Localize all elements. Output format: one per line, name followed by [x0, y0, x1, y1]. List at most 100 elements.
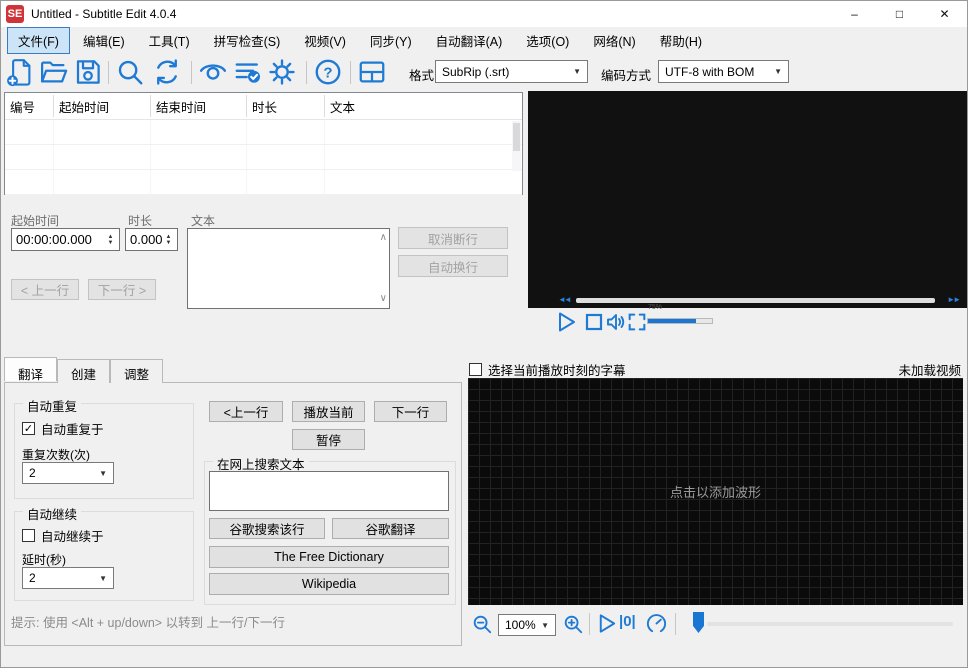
spell-check-icon[interactable] — [233, 57, 263, 87]
replace-icon[interactable] — [152, 57, 182, 87]
play-icon[interactable] — [554, 310, 578, 334]
seek-forward-icon[interactable]: ►► — [947, 295, 961, 304]
auto-repeat-checkbox-row[interactable]: ✓ 自动重复于 — [22, 419, 104, 438]
list-scrollbar[interactable] — [512, 121, 521, 171]
google-translate-button[interactable]: 谷歌翻译 — [332, 518, 449, 539]
pause-at-zero-icon[interactable]: |0| — [619, 613, 636, 630]
column-duration[interactable]: 时长 — [247, 95, 325, 117]
menu-autotranslate[interactable]: 自动翻译(A) — [425, 27, 514, 54]
zoom-out-icon[interactable] — [471, 613, 495, 637]
tab-create[interactable]: 创建 — [57, 359, 111, 383]
waveform-position-slider[interactable] — [707, 622, 953, 626]
menu-video[interactable]: 视频(V) — [293, 27, 357, 54]
menu-spellcheck[interactable]: 拼写检查(S) — [203, 27, 292, 54]
save-icon[interactable] — [73, 57, 103, 87]
settings-gear-icon[interactable] — [267, 57, 297, 87]
delay-value: 2 — [29, 571, 36, 585]
menu-network[interactable]: 网络(N) — [582, 27, 646, 54]
menu-edit[interactable]: 编辑(E) — [72, 27, 136, 54]
scroll-down-icon[interactable]: ∨ — [380, 294, 387, 304]
seek-back-icon[interactable]: ◄◄ — [558, 295, 572, 304]
tab-adjust[interactable]: 调整 — [110, 359, 164, 383]
column-text[interactable]: 文本 — [325, 95, 522, 117]
subtitle-text-area[interactable]: ∧ ∨ — [187, 228, 390, 309]
repeat-count-select[interactable]: 2 ▼ — [22, 462, 114, 484]
prev-line-button[interactable]: < 上一行 — [11, 279, 79, 300]
menu-tools[interactable]: 工具(T) — [138, 27, 201, 54]
web-search-input[interactable] — [209, 471, 449, 511]
title-bar: SE Untitled - Subtitle Edit 4.0.4 – □ ✕ — [1, 1, 967, 27]
google-search-button[interactable]: 谷歌搜索该行 — [209, 518, 325, 539]
column-end-time[interactable]: 结束时间 — [151, 95, 247, 117]
menu-sync[interactable]: 同步(Y) — [359, 27, 423, 54]
duration-input[interactable]: 0.000 ▲ ▼ — [125, 228, 178, 251]
close-button[interactable]: ✕ — [922, 1, 967, 27]
duration-stepper[interactable]: ▲ ▼ — [162, 229, 175, 250]
start-time-stepper[interactable]: ▲ ▼ — [104, 229, 117, 250]
tab-strip: 翻译 创建 调整 — [4, 357, 164, 383]
playback-speed-icon[interactable] — [645, 612, 669, 636]
next-line-button[interactable]: 下一行 > — [88, 279, 156, 300]
format-select[interactable]: SubRip (.srt) ▼ — [435, 60, 588, 83]
format-label: 格式 — [409, 69, 435, 83]
waveform-position-thumb[interactable] — [693, 612, 704, 633]
video-seek-bar[interactable] — [576, 298, 935, 303]
chevron-down-icon: ▼ — [99, 468, 107, 478]
delay-label: 延时(秒) — [22, 553, 66, 567]
text-label: 文本 — [191, 214, 216, 228]
subtitle-list[interactable]: 编号 起始时间 结束时间 时长 文本 — [4, 92, 523, 195]
menu-help[interactable]: 帮助(H) — [649, 27, 713, 54]
waveform-placeholder: 点击以添加波形 — [669, 485, 761, 500]
chevron-down-icon: ▼ — [573, 67, 581, 76]
unbreak-button[interactable]: 取消断行 — [398, 227, 508, 249]
volume-icon[interactable] — [604, 310, 628, 334]
auto-repeat-group-label: 自动重复 — [23, 396, 82, 415]
play-current-button[interactable]: 播放当前 — [292, 401, 365, 422]
new-file-icon[interactable] — [5, 57, 35, 87]
pause-button[interactable]: 暂停 — [292, 429, 365, 450]
play-next-button[interactable]: 下一行 — [374, 401, 447, 422]
duration-value: 0.000 — [130, 232, 163, 247]
find-icon[interactable] — [115, 57, 145, 87]
zoom-in-icon[interactable] — [562, 613, 586, 637]
free-dictionary-button[interactable]: The Free Dictionary — [209, 546, 449, 568]
auto-repeat-checkbox[interactable]: ✓ — [22, 422, 35, 435]
select-current-subtitle-row[interactable]: 选择当前播放时刻的字幕 — [469, 360, 626, 379]
waveform-play-icon[interactable] — [595, 612, 619, 636]
start-time-input[interactable]: 00:00:00.000 ▲ ▼ — [11, 228, 120, 251]
volume-slider[interactable] — [647, 318, 713, 324]
open-file-icon[interactable] — [39, 57, 69, 87]
auto-continue-checkbox[interactable] — [22, 529, 35, 542]
chevron-down-icon: ▼ — [774, 67, 782, 76]
spinner-down-icon[interactable]: ▼ — [104, 240, 117, 246]
play-prev-button[interactable]: <上一行 — [209, 401, 283, 422]
auto-continue-checkbox-row[interactable]: 自动继续于 — [22, 526, 104, 545]
waveform-area[interactable]: 点击以添加波形 — [468, 378, 963, 605]
visual-sync-eye-icon[interactable] — [198, 57, 228, 87]
video-display[interactable] — [528, 91, 967, 297]
menu-file[interactable]: 文件(F) — [7, 27, 70, 54]
spinner-down-icon[interactable]: ▼ — [162, 240, 175, 246]
stop-icon[interactable] — [582, 310, 606, 334]
wikipedia-button[interactable]: Wikipedia — [209, 573, 449, 595]
layout-icon[interactable] — [357, 57, 387, 87]
minimize-button[interactable]: – — [832, 1, 877, 27]
waveform-zoom-select[interactable]: 100% ▼ — [498, 614, 556, 636]
delay-select[interactable]: 2 ▼ — [22, 567, 114, 589]
menu-options[interactable]: 选项(O) — [515, 27, 580, 54]
autobreak-button[interactable]: 自动换行 — [398, 255, 508, 277]
column-start-time[interactable]: 起始时间 — [54, 95, 151, 117]
chevron-down-icon: ▼ — [541, 620, 549, 630]
tab-translate[interactable]: 翻译 — [4, 357, 58, 382]
table-row — [5, 120, 522, 145]
table-row — [5, 170, 522, 195]
svg-text:?: ? — [323, 65, 332, 82]
toolbar-separator — [108, 61, 109, 84]
help-icon[interactable]: ? — [313, 57, 343, 87]
scroll-up-icon[interactable]: ∧ — [380, 233, 387, 243]
column-number[interactable]: 编号 — [5, 95, 54, 117]
encoding-select[interactable]: UTF-8 with BOM ▼ — [658, 60, 789, 83]
auto-continue-group-label: 自动继续 — [23, 504, 82, 523]
maximize-button[interactable]: □ — [877, 1, 922, 27]
select-current-subtitle-checkbox[interactable] — [469, 363, 482, 376]
